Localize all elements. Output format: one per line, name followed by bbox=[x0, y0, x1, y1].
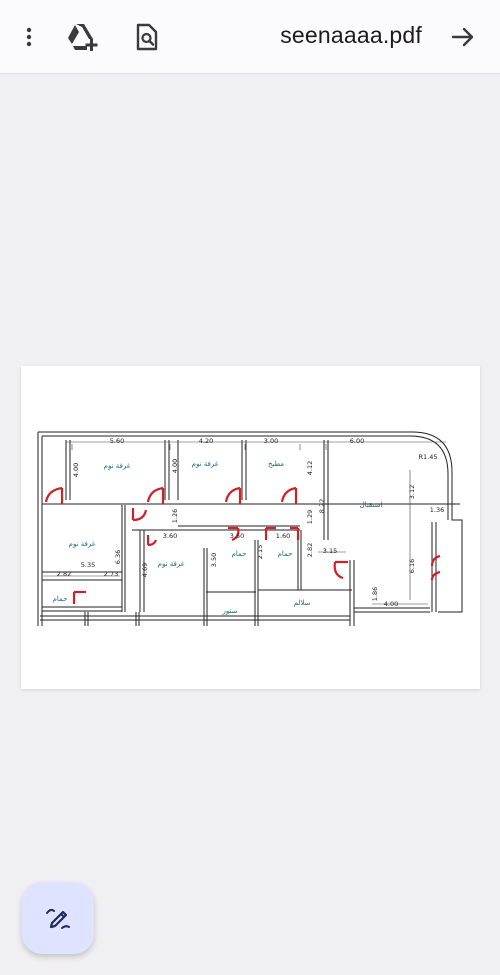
room-label-bed1: غرفة نوم bbox=[104, 462, 131, 470]
dim-label: 4.00 bbox=[171, 459, 179, 473]
dim-label: R1.45 bbox=[419, 453, 438, 461]
room-label-kitchen: مطبخ bbox=[268, 460, 284, 468]
annotate-button[interactable] bbox=[22, 882, 94, 954]
dim-label: 3.00 bbox=[264, 437, 278, 445]
dim-label: 1.26 bbox=[171, 509, 179, 523]
room-label-closet: ستور bbox=[222, 607, 238, 615]
find-in-page-icon bbox=[136, 23, 158, 51]
room-label-bed2: غرفة نوم bbox=[192, 460, 219, 468]
more-vert-icon bbox=[26, 27, 32, 47]
dim-label: 2.15 bbox=[256, 545, 264, 559]
dim-label: 5.60 bbox=[110, 437, 124, 445]
dim-label: 3.50 bbox=[210, 553, 218, 567]
dim-label: 1.86 bbox=[371, 587, 379, 601]
dim-label: 2.73 bbox=[104, 570, 118, 578]
more-options-button[interactable] bbox=[9, 17, 49, 57]
dim-label: 1.29 bbox=[306, 510, 314, 524]
dim-label: 2.82 bbox=[306, 543, 314, 557]
find-in-page-button[interactable] bbox=[127, 17, 167, 57]
drive-add-icon bbox=[68, 24, 98, 51]
dim-label: 3.15 bbox=[323, 547, 337, 555]
edit-pen-icon bbox=[46, 908, 70, 929]
dim-label: 6.00 bbox=[350, 437, 364, 445]
pdf-page[interactable]: غرفة نوم غرفة نوم مطبخ استقبال غرفة نوم … bbox=[21, 366, 480, 689]
dim-label: 6.36 bbox=[114, 550, 122, 564]
room-label-bath3: حمام bbox=[53, 595, 68, 603]
dim-label: 1.36 bbox=[430, 506, 444, 514]
add-to-drive-button[interactable] bbox=[63, 17, 103, 57]
dim-label: 6.16 bbox=[408, 559, 416, 573]
dim-label: 4.20 bbox=[199, 437, 213, 445]
dim-label: 4.12 bbox=[306, 461, 314, 475]
room-label-reception: استقبال bbox=[360, 501, 383, 509]
arrow-forward-icon bbox=[451, 27, 474, 47]
top-app-bar: seenaaaa.pdf bbox=[0, 0, 500, 74]
dim-label: 3.50 bbox=[230, 532, 244, 540]
next-button[interactable] bbox=[443, 17, 483, 57]
room-label-stairs: سلالم bbox=[294, 599, 311, 607]
room-label-bath1: حمام bbox=[232, 550, 247, 558]
document-title: seenaaaa.pdf bbox=[280, 22, 422, 48]
dim-label: 3.12 bbox=[408, 485, 416, 499]
dim-label: 1.60 bbox=[276, 532, 290, 540]
dim-label: 4.69 bbox=[141, 563, 149, 577]
room-label-bed4: غرفة نوم bbox=[158, 560, 185, 568]
dim-label: 4.00 bbox=[384, 600, 398, 608]
dim-label: 3.60 bbox=[163, 532, 177, 540]
dim-label: 4.00 bbox=[72, 463, 80, 477]
dim-label: 5.35 bbox=[81, 561, 95, 569]
room-label-bed3: غرفة نوم bbox=[69, 540, 96, 548]
dim-label: 2.82 bbox=[57, 570, 71, 578]
dim-label: 8.22 bbox=[318, 499, 326, 513]
room-label-bath2: حمام bbox=[278, 550, 293, 558]
floor-plan-drawing: غرفة نوم غرفة نوم مطبخ استقبال غرفة نوم … bbox=[37, 431, 463, 626]
